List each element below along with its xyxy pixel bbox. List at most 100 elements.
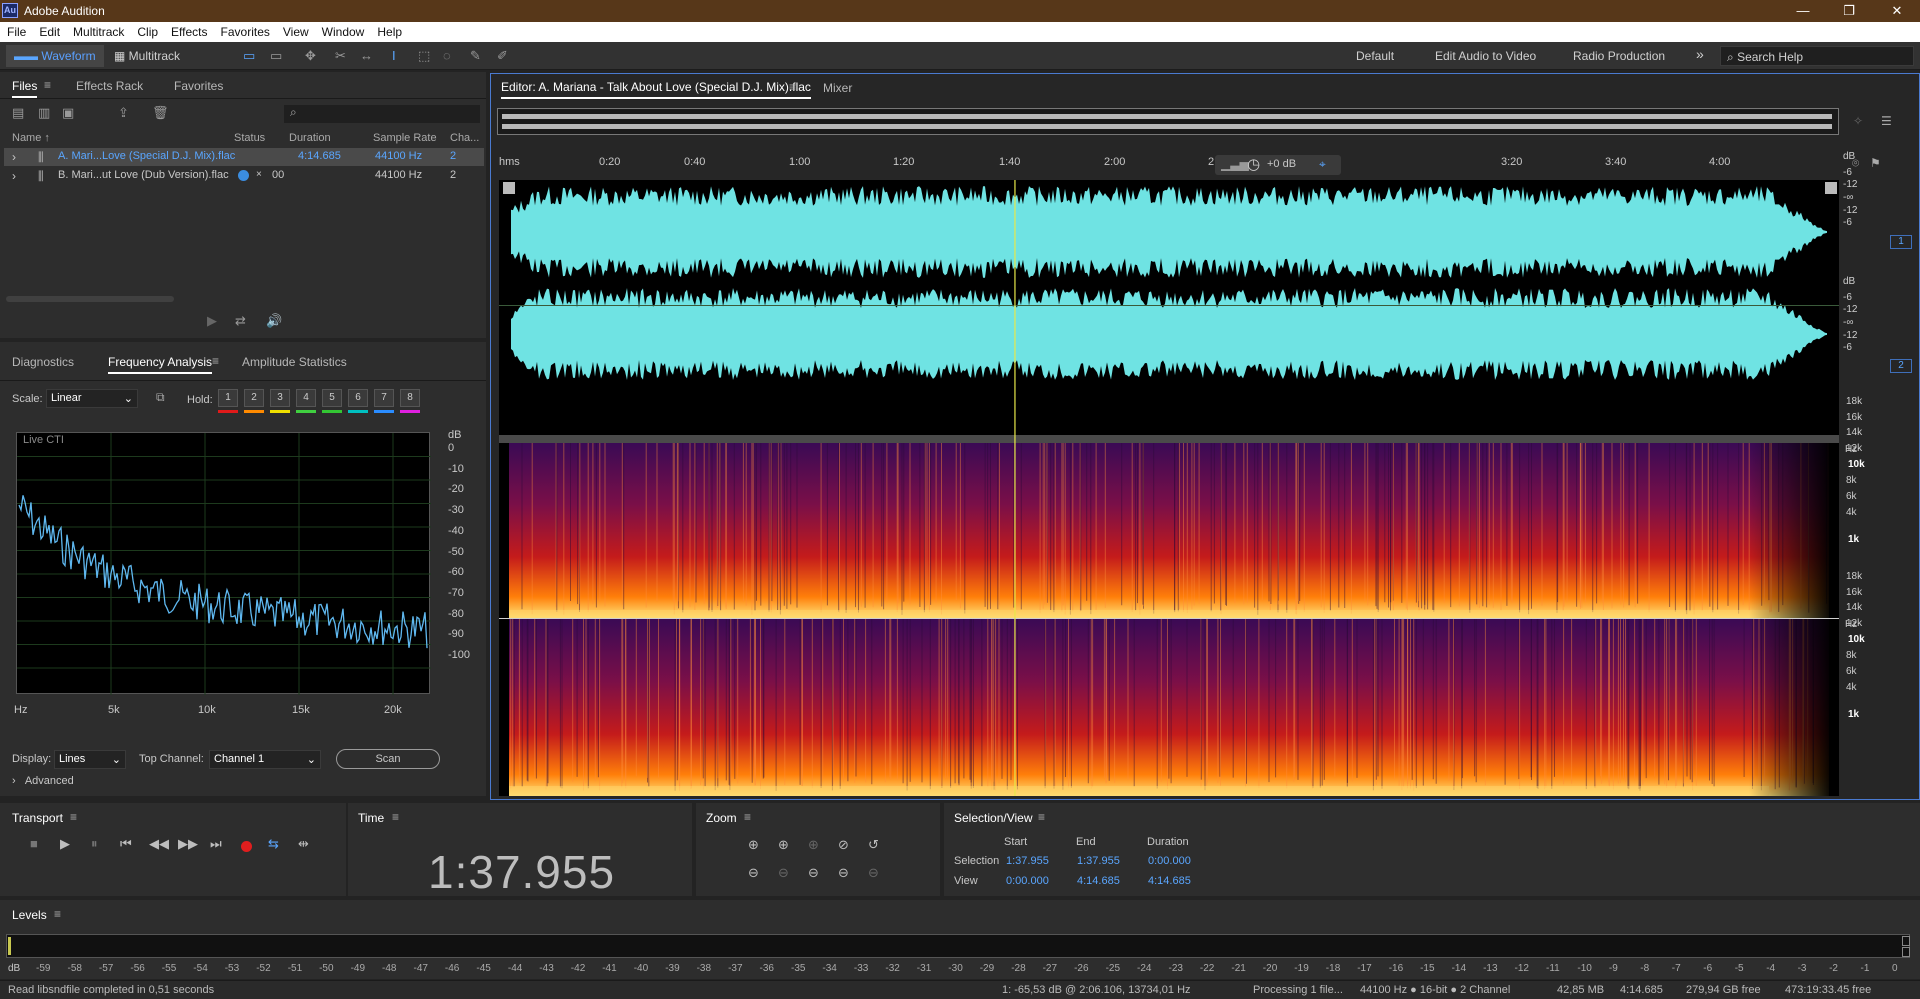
overview-menu-icon[interactable]: ☰ [1881, 114, 1892, 128]
time-menu-icon[interactable]: ≡ [392, 810, 399, 824]
menu-file[interactable]: File [0, 22, 32, 39]
workspace-radio-production[interactable]: Radio Production [1573, 49, 1665, 63]
tab-amplitude-statistics[interactable]: Amplitude Statistics [242, 355, 347, 369]
time-display[interactable]: 1:37.955 [428, 845, 615, 899]
channel-2-toggle[interactable]: 2 [1890, 359, 1912, 373]
loop-preview-icon[interactable]: ⇄ [235, 310, 246, 332]
display-dropdown[interactable]: Lines ⌄ [54, 750, 126, 769]
view-end[interactable]: 4:14.685 [1077, 875, 1120, 887]
go-to-start-button[interactable]: ⏮ [120, 836, 132, 852]
tab-favorites[interactable]: Favorites [174, 79, 223, 93]
files-scrollbar[interactable] [6, 296, 174, 302]
fast-forward-button[interactable]: ▶▶ [178, 836, 198, 852]
zoom-in-out-point-icon[interactable]: ⊕ [808, 837, 819, 853]
advanced-expander[interactable]: › Advanced [12, 775, 74, 787]
zoom-selection-out-icon[interactable]: ⊖ [838, 865, 849, 881]
workspace-default[interactable]: Default [1356, 49, 1394, 63]
waveform-area[interactable] [499, 180, 1839, 796]
table-row[interactable]: › ⫼ A. Mari...Love (Special D.J. Mix).fl… [4, 148, 484, 166]
hold-button[interactable]: 3 [270, 389, 290, 407]
selection-start[interactable]: 1:37.955 [1006, 855, 1049, 867]
go-to-end-button[interactable]: ⏭ [210, 836, 222, 852]
overview-bar[interactable] [497, 108, 1839, 135]
menu-window[interactable]: Window [315, 22, 371, 39]
view-start[interactable]: 0:00.000 [1006, 875, 1049, 887]
zoom-menu-icon[interactable]: ≡ [744, 810, 751, 824]
move-tool-icon[interactable]: ✥ [305, 45, 316, 67]
panel-menu-icon[interactable]: ≡ [212, 354, 219, 368]
files-search-input[interactable]: ⌕ [284, 105, 480, 123]
selection-duration[interactable]: 0:00.000 [1148, 855, 1191, 867]
brush-tool-icon[interactable]: ✎ [470, 45, 481, 67]
insert-icon[interactable]: ⇪ [118, 102, 129, 124]
menu-view[interactable]: View [276, 22, 315, 39]
new-file-icon[interactable]: ▣ [62, 102, 74, 124]
slip-tool-icon[interactable]: ↔ [360, 45, 373, 67]
multitrack-view-button[interactable]: ▦ Multitrack [106, 45, 188, 67]
tab-effects-rack[interactable]: Effects Rack [76, 79, 143, 93]
time-selection-tool-icon[interactable]: I [392, 45, 396, 67]
menu-effects[interactable]: Effects [164, 22, 213, 39]
zoom-out-full-icon[interactable]: ⊖ [808, 865, 819, 881]
hold-button[interactable]: 8 [400, 389, 420, 407]
menu-multitrack[interactable]: Multitrack [66, 22, 130, 39]
expand-icon[interactable]: › [12, 150, 16, 164]
tab-diagnostics[interactable]: Diagnostics [12, 355, 74, 369]
col-duration[interactable]: Duration [289, 132, 331, 144]
autoplay-icon[interactable]: 🔊 [266, 310, 282, 332]
scale-dropdown[interactable]: Linear ⌄ [46, 389, 138, 408]
expand-icon[interactable]: › [12, 169, 16, 183]
marker-icon[interactable]: ⚑ [1870, 156, 1881, 170]
skip-selection-button[interactable]: ⇹ [298, 836, 309, 852]
marquee-tool-icon[interactable]: ⬚ [418, 45, 430, 67]
zoom-to-selection-icon[interactable]: ⊘ [838, 837, 849, 853]
workspace-edit-audio-video[interactable]: Edit Audio to Video [1435, 49, 1536, 63]
delete-icon[interactable]: 🗑 [152, 102, 169, 124]
minimize-button[interactable]: — [1788, 2, 1818, 20]
hud-toggle-icon[interactable] [503, 182, 515, 194]
pause-button[interactable]: ⏸ [91, 836, 98, 852]
loop-button[interactable]: ⇆ [268, 836, 279, 852]
files-menu-icon[interactable]: ≡ [44, 78, 51, 92]
menu-edit[interactable]: Edit [32, 22, 66, 39]
editor-menu-icon[interactable]: ≡ [789, 80, 796, 94]
open-file-icon[interactable]: ▤ [12, 102, 24, 124]
clip-indicator-1[interactable] [1902, 936, 1910, 946]
mixer-tab[interactable]: Mixer [823, 81, 852, 95]
waveform-view-button[interactable]: ▬▬ Waveform [6, 45, 104, 67]
col-channels[interactable]: Cha... [450, 132, 479, 144]
record-button[interactable] [241, 841, 252, 852]
stop-button[interactable]: ■ [30, 836, 38, 851]
lasso-tool-icon[interactable]: ◌ [443, 45, 451, 67]
hold-button[interactable]: 6 [348, 389, 368, 407]
selection-menu-icon[interactable]: ≡ [1038, 810, 1045, 824]
zoom-in-amplitude-icon[interactable]: ⊕ [748, 837, 759, 853]
zoom-out-time-icon[interactable]: ⊖ [778, 865, 789, 881]
waveform-display-icon[interactable]: ▭ [243, 45, 255, 67]
zoom-out-amplitude-icon[interactable]: ⊖ [748, 865, 759, 881]
play-preview-icon[interactable]: ▶ [207, 310, 217, 332]
zoom-fit-icon[interactable]: ⊖ [868, 865, 879, 881]
tab-files[interactable]: Files [12, 79, 38, 98]
col-name[interactable]: Name ↑ [12, 132, 50, 144]
zoom-reset-icon[interactable]: ↺ [868, 837, 879, 853]
volume-knob-icon[interactable]: ◷ [1247, 155, 1260, 173]
col-status[interactable]: Status [234, 132, 265, 144]
pin-icon[interactable]: ⌖ [1319, 157, 1326, 172]
clip-indicator-2[interactable] [1902, 947, 1910, 957]
hold-button[interactable]: 5 [322, 389, 342, 407]
import-file-icon[interactable]: ▥ [38, 102, 50, 124]
channel-map-icon[interactable] [1825, 182, 1837, 194]
spectral-display-icon[interactable]: ▭ [270, 45, 282, 67]
play-button[interactable]: ▶ [60, 836, 70, 852]
rewind-button[interactable]: ◀◀ [149, 836, 169, 852]
editor-tab[interactable]: Editor: A. Mariana - Talk About Love (Sp… [501, 80, 811, 99]
hold-button[interactable]: 1 [218, 389, 238, 407]
search-help-input[interactable]: ⌕ Search Help [1720, 46, 1914, 66]
transport-menu-icon[interactable]: ≡ [70, 810, 77, 824]
view-duration[interactable]: 4:14.685 [1148, 875, 1191, 887]
selection-end[interactable]: 1:37.955 [1077, 855, 1120, 867]
col-sample-rate[interactable]: Sample Rate [373, 132, 437, 144]
more-workspaces-button[interactable]: » [1696, 46, 1704, 62]
spot-healing-icon[interactable]: ✐ [497, 45, 508, 67]
